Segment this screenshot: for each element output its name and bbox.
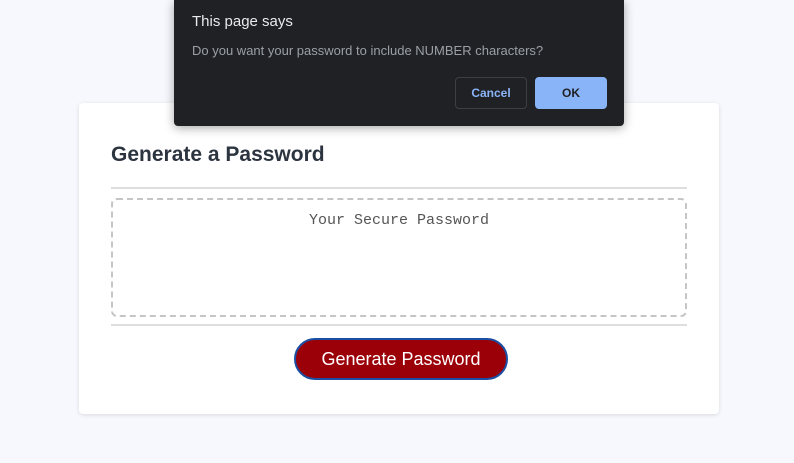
dialog-message: Do you want your password to include NUM… [192, 43, 544, 58]
card-title: Generate a Password [111, 143, 325, 166]
top-divider [111, 187, 687, 189]
alert-dialog: This page says Do you want your password… [174, 0, 624, 126]
bottom-divider [111, 324, 687, 326]
password-output[interactable] [111, 198, 687, 317]
dialog-title: This page says [192, 13, 293, 30]
generate-password-button[interactable]: Generate Password [294, 338, 508, 380]
password-generator-card: Generate a Password Generate Password [79, 103, 719, 414]
cancel-button[interactable]: Cancel [455, 77, 527, 109]
ok-button[interactable]: OK [535, 77, 607, 109]
